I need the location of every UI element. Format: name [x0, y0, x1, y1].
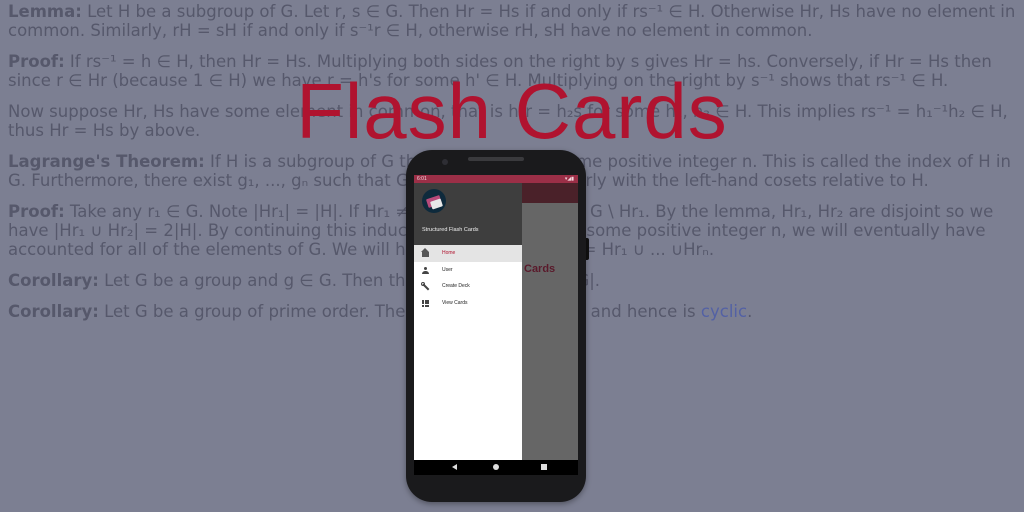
- drawer-item-user[interactable]: User: [414, 262, 522, 279]
- home-base: [422, 252, 429, 257]
- drawer-app-name: Structured Flash Cards: [422, 227, 479, 233]
- user-icon: [422, 266, 429, 274]
- phone-side-button: [586, 238, 589, 260]
- logo-card-front: [430, 198, 443, 210]
- phone-camera: [442, 159, 448, 165]
- wrench-icon: [421, 282, 430, 291]
- cyclic-link[interactable]: cyclic: [701, 302, 747, 321]
- corollary2-label: Corollary:: [8, 302, 99, 321]
- corollary1-label: Corollary:: [8, 271, 99, 290]
- drawer-item-label: View Cards: [442, 299, 468, 306]
- wrench-head: [421, 282, 425, 286]
- grid-dot: [427, 304, 429, 307]
- navigation-drawer: Structured Flash Cards Home User Create …: [414, 183, 522, 460]
- drawer-menu: Home User Create Deck View Cards: [414, 245, 522, 311]
- page-title: Flash Cards: [296, 67, 728, 155]
- drawer-header: Structured Flash Cards: [414, 183, 522, 245]
- phone-screen: Cards 6:01 ▾◢▮ Structured Flash Cards Ho…: [414, 175, 578, 475]
- home-circle-icon[interactable]: [493, 464, 499, 470]
- lemma-paragraph: Lemma: Let H be a subgroup of G. Let r, …: [8, 2, 1018, 40]
- phone-speaker: [468, 157, 524, 161]
- app-bar: [522, 183, 578, 203]
- drawer-item-label: User: [442, 266, 453, 273]
- status-icons: ▾◢▮: [564, 176, 574, 182]
- drawer-item-view-cards[interactable]: View Cards: [414, 295, 522, 312]
- back-icon[interactable]: [452, 464, 457, 470]
- proof2-label: Proof:: [8, 202, 65, 221]
- status-bar: 6:01 ▾◢▮: [414, 175, 578, 183]
- lemma-text: Let H be a subgroup of G. Let r, s ∈ G. …: [8, 2, 1016, 40]
- drawer-item-label: Home: [442, 250, 456, 256]
- corollary2-end: .: [747, 302, 753, 321]
- user-body: [422, 270, 429, 274]
- lemma-label: Lemma:: [8, 2, 82, 21]
- drawer-item-label: Create Deck: [442, 283, 470, 289]
- user-head: [424, 266, 427, 270]
- phone-mockup: Cards 6:01 ▾◢▮ Structured Flash Cards Ho…: [406, 150, 586, 502]
- corollary2-text: Let G be a group of prime order. Then G …: [98, 302, 701, 321]
- android-nav-bar: [414, 460, 578, 475]
- grid-icon: [422, 299, 429, 307]
- drawer-item-create-deck[interactable]: Create Deck: [414, 278, 522, 295]
- recent-apps-icon[interactable]: [541, 464, 547, 470]
- main-content-text: Cards: [524, 263, 556, 275]
- home-icon: [421, 248, 429, 257]
- drawer-item-home[interactable]: Home: [414, 245, 522, 262]
- app-logo-icon: [422, 189, 446, 213]
- status-time: 6:01: [417, 176, 427, 182]
